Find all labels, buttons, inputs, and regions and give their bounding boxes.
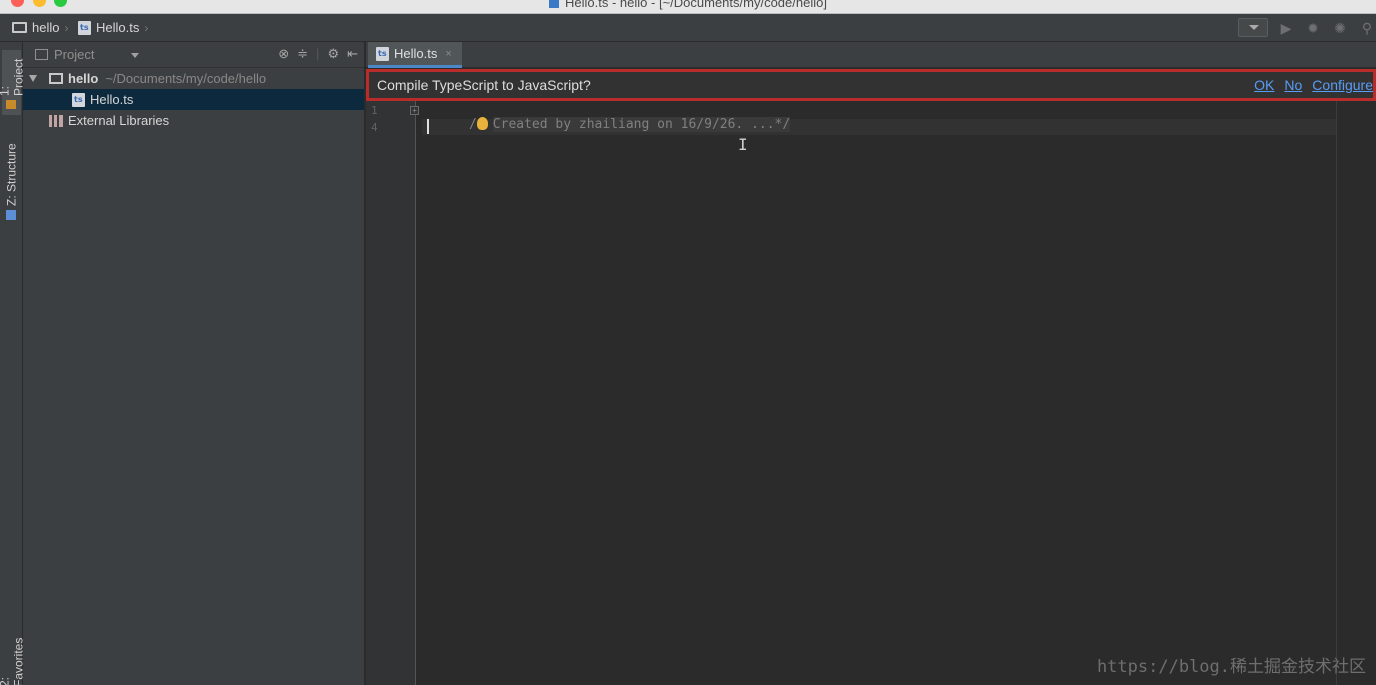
- run-icon[interactable]: ▶: [1277, 19, 1295, 37]
- tool-tab-structure-label: Z: Structure: [4, 143, 19, 206]
- expand-arrow-icon[interactable]: [29, 75, 37, 82]
- typescript-file-icon: [72, 92, 85, 107]
- folded-comment[interactable]: Created by zhailiang on 16/9/26. ...*/: [492, 117, 791, 132]
- tree-item-label: hello: [68, 71, 99, 86]
- notification-configure-link[interactable]: Configure: [1312, 77, 1373, 93]
- navigation-bar: hello › Hello.ts › ▶ ✹ ✺ ⚲: [0, 14, 1376, 42]
- lightbulb-icon[interactable]: [476, 117, 488, 130]
- coverage-icon[interactable]: ✺: [1331, 19, 1349, 37]
- tool-tab-favorites-label: 2: Favorites: [0, 637, 26, 685]
- project-tree: hello ~/Documents/my/code/hello Hello.ts…: [23, 68, 364, 131]
- hide-panel-icon[interactable]: ⇤: [347, 46, 358, 62]
- breadcrumb-file-label: Hello.ts: [96, 20, 140, 35]
- typescript-file-icon: [376, 46, 389, 61]
- tree-item-path: ~/Documents/my/code/hello: [105, 71, 267, 86]
- line-number: 4: [371, 121, 378, 134]
- tab-hello-ts[interactable]: Hello.ts ×: [368, 42, 462, 68]
- project-panel-header: Project ⊗ ≑ | ⚙ ⇤: [23, 42, 364, 68]
- libraries-icon: [49, 114, 63, 127]
- notification-text: Compile TypeScript to JavaScript?: [377, 77, 591, 93]
- collapse-all-icon[interactable]: ≑: [297, 46, 308, 62]
- close-icon[interactable]: ×: [445, 48, 451, 60]
- tool-tab-favorites[interactable]: 2: Favorites: [0, 638, 26, 685]
- breadcrumb-separator: ›: [144, 20, 149, 35]
- tab-label: Hello.ts: [394, 46, 438, 61]
- typescript-file-icon: [78, 20, 91, 35]
- breadcrumb-file[interactable]: Hello.ts ›: [78, 20, 153, 35]
- project-panel-tools: ⊗ ≑ | ⚙ ⇤: [278, 46, 358, 62]
- comment-prefix: /: [468, 117, 477, 132]
- compile-notification-bar: Compile TypeScript to JavaScript? OK No …: [366, 69, 1376, 101]
- structure-tool-icon: [6, 210, 17, 220]
- tree-item-label: External Libraries: [68, 113, 170, 128]
- breadcrumb-separator: ›: [64, 20, 69, 35]
- run-toolbar: ▶ ✹ ✺ ⚲: [1238, 18, 1376, 37]
- folder-icon: [49, 73, 63, 84]
- right-margin-guide: [1336, 101, 1337, 685]
- divider: |: [316, 46, 320, 61]
- editor-gutter[interactable]: 1 4 +: [366, 101, 419, 685]
- notification-actions: OK No Configure: [1254, 77, 1373, 93]
- tree-item-hello[interactable]: hello ~/Documents/my/code/hello: [23, 68, 364, 89]
- folder-icon: [12, 22, 27, 33]
- fold-expand-icon[interactable]: +: [410, 106, 419, 115]
- run-configuration-dropdown[interactable]: [1238, 18, 1268, 37]
- tree-item-hello-ts[interactable]: Hello.ts: [23, 89, 364, 110]
- left-tool-strip: 1: Project Z: Structure 2: Favorites: [0, 42, 26, 685]
- project-panel-title: Project: [54, 47, 95, 62]
- text-cursor-icon: I: [738, 135, 748, 154]
- line-number: 1: [371, 104, 378, 117]
- project-view-icon: [35, 49, 48, 60]
- project-view-selector[interactable]: Project: [35, 47, 94, 62]
- tool-tab-structure[interactable]: Z: Structure: [2, 134, 21, 224]
- chevron-down-icon[interactable]: [131, 53, 139, 58]
- tool-tab-project[interactable]: 1: Project: [0, 50, 26, 115]
- code-line: / Created by zhailiang on 16/9/26. ...*/: [422, 102, 791, 147]
- document-icon: [549, 0, 560, 8]
- window-title: Hello.ts - hello - [~/Documents/my/code/…: [0, 0, 1376, 10]
- scroll-from-source-icon[interactable]: ⊗: [278, 46, 289, 62]
- watermark: https://blog.稀土掘金技术社区: [1096, 657, 1366, 677]
- tree-item-label: Hello.ts: [90, 92, 134, 107]
- notification-no-link[interactable]: No: [1284, 77, 1302, 93]
- debug-icon[interactable]: ✹: [1304, 19, 1322, 37]
- editor-area: Hello.ts × Compile TypeScript to JavaScr…: [366, 42, 1376, 685]
- tool-tab-project-label: 1: Project: [0, 58, 26, 97]
- tree-item-external-libraries[interactable]: External Libraries: [23, 110, 364, 131]
- text-caret: [427, 119, 429, 134]
- editor-tab-bar: Hello.ts ×: [366, 42, 1376, 68]
- gear-icon[interactable]: ⚙: [327, 46, 339, 62]
- breadcrumb-project-label: hello: [32, 20, 60, 35]
- notification-ok-link[interactable]: OK: [1254, 77, 1274, 93]
- project-panel: Project ⊗ ≑ | ⚙ ⇤ hello ~/Documents/my/c…: [23, 42, 365, 685]
- window-title-bar: Hello.ts - hello - [~/Documents/my/code/…: [0, 0, 1376, 14]
- breadcrumb-project[interactable]: hello ›: [12, 20, 73, 35]
- code-editor[interactable]: / Created by zhailiang on 16/9/26. ...*/: [422, 101, 1337, 685]
- project-tool-icon: [6, 100, 17, 109]
- search-everywhere-icon[interactable]: ⚲: [1358, 19, 1376, 37]
